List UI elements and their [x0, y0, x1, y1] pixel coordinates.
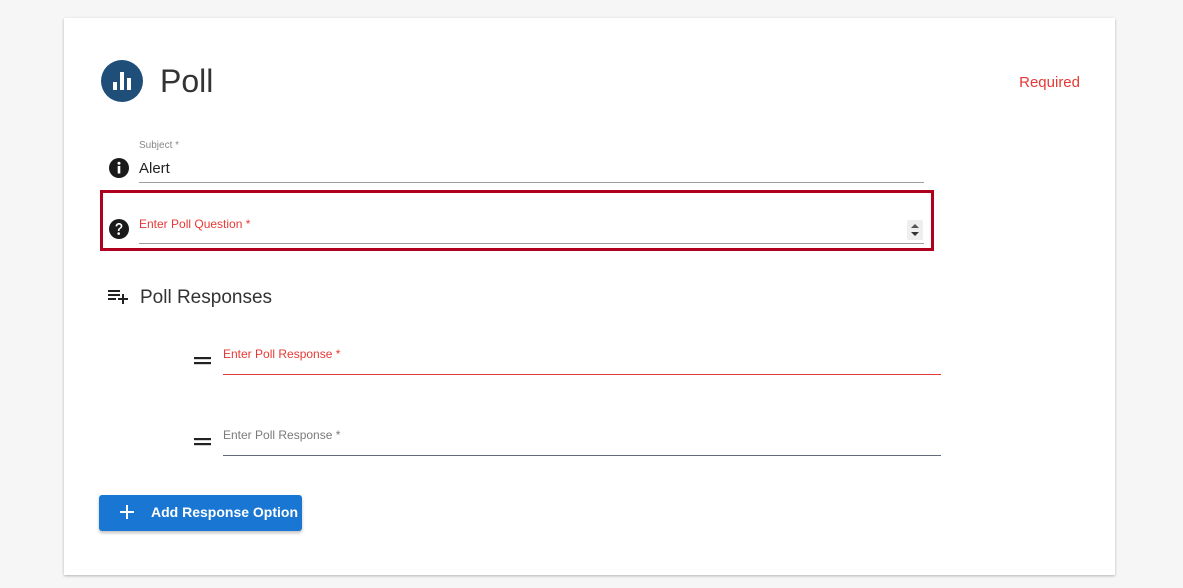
- info-icon: [108, 157, 130, 179]
- add-response-option-label: Add Response Option: [151, 504, 298, 520]
- page-title: Poll: [160, 63, 214, 99]
- question-placeholder: Enter Poll Question *: [139, 217, 251, 231]
- response-placeholder-2: Enter Poll Response *: [223, 428, 341, 442]
- drag-handle-icon[interactable]: [194, 434, 212, 446]
- response-field-1[interactable]: Enter Poll Response *: [223, 346, 941, 375]
- required-indicator: Required: [1019, 74, 1080, 91]
- response-underline-1: [223, 374, 941, 375]
- question-underline: [139, 243, 924, 244]
- subject-label: Subject *: [139, 140, 180, 151]
- bar-chart-icon: [101, 60, 143, 102]
- poll-card: Poll Required Subject * Alert Enter Poll…: [64, 18, 1115, 575]
- subject-underline: [139, 182, 924, 183]
- question-field[interactable]: Enter Poll Question *: [139, 214, 924, 244]
- add-response-option-button[interactable]: Add Response Option: [99, 495, 302, 531]
- help-icon: [108, 218, 130, 240]
- subject-value: Alert: [139, 160, 170, 177]
- poll-responses-title: Poll Responses: [140, 287, 273, 308]
- response-field-2[interactable]: Enter Poll Response *: [223, 427, 941, 456]
- response-placeholder-1: Enter Poll Response *: [223, 347, 341, 361]
- question-spinner[interactable]: [907, 220, 923, 240]
- response-underline-2: [223, 455, 941, 456]
- playlist-add-icon: [108, 288, 130, 304]
- plus-icon: [119, 504, 135, 520]
- subject-field[interactable]: Subject * Alert: [139, 140, 924, 183]
- drag-handle-icon[interactable]: [194, 353, 212, 365]
